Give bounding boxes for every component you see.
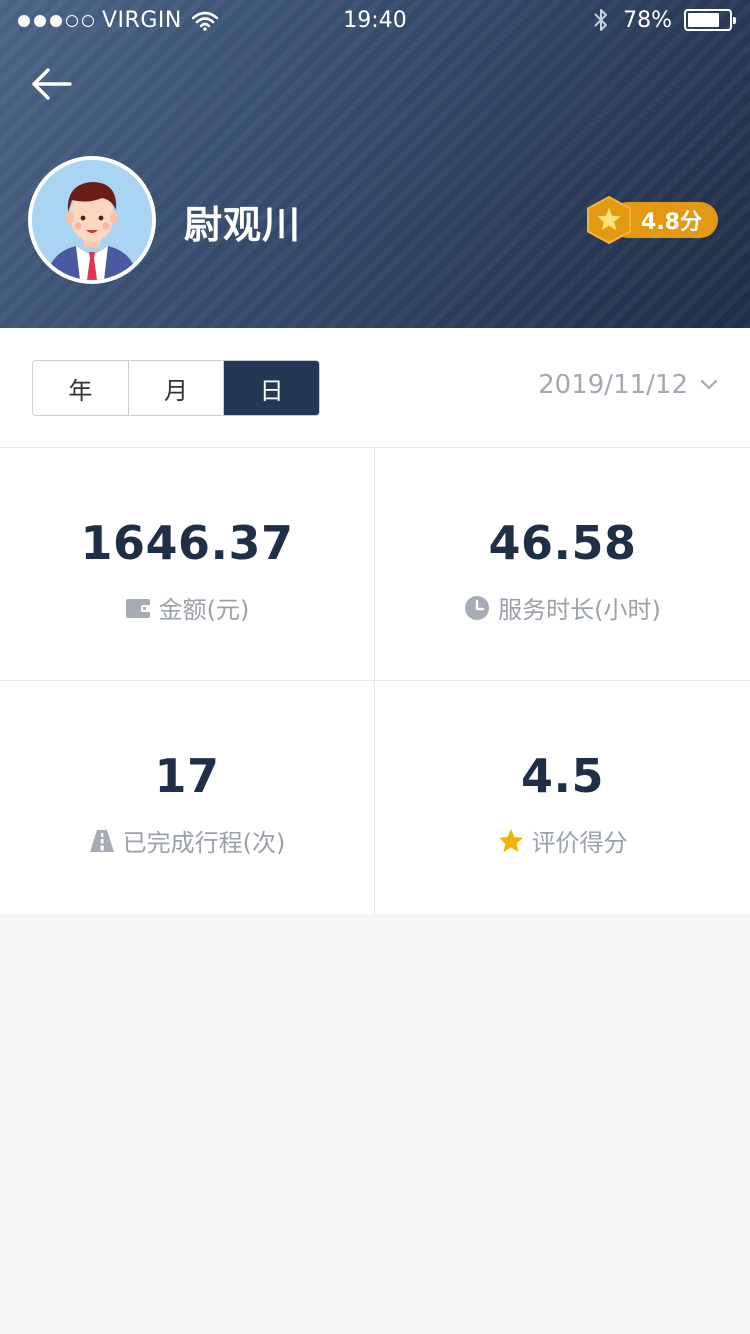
rating-score-value: 4.5 bbox=[521, 749, 604, 803]
chevron-down-icon bbox=[700, 379, 718, 390]
avatar[interactable] bbox=[28, 156, 156, 284]
user-name: 尉观川 bbox=[184, 203, 302, 247]
period-segmented-control: 年 月 日 bbox=[32, 360, 320, 416]
amount-label-text: 金额(元) bbox=[158, 596, 250, 624]
service-hours-value: 46.58 bbox=[488, 516, 637, 570]
service-hours-label-text: 服务时长(小时) bbox=[498, 596, 661, 624]
person-avatar-icon bbox=[32, 160, 152, 280]
filter-row: 年 月 日 2019/11/12 bbox=[0, 328, 750, 448]
wallet-icon bbox=[125, 598, 151, 618]
date-picker[interactable]: 2019/11/12 bbox=[538, 370, 718, 400]
stat-card-rating: 4.5 评价得分 bbox=[375, 681, 750, 914]
rating-badge: 4.8分 bbox=[586, 196, 722, 244]
status-right: 78% bbox=[593, 7, 736, 33]
rating-score-label: 评价得分 bbox=[498, 823, 628, 858]
stat-card-completed-trips: 17 已完成行程(次) bbox=[0, 681, 375, 914]
completed-trips-value: 17 bbox=[154, 749, 220, 803]
battery-percent: 78% bbox=[623, 7, 672, 33]
clock-icon bbox=[465, 595, 490, 620]
amount-value: 1646.37 bbox=[80, 516, 294, 570]
stats-grid: 1646.37 金额(元) 46.58 服务时长(小时) 17 已完成行程(次)… bbox=[0, 448, 750, 914]
completed-trips-label-text: 已完成行程(次) bbox=[122, 829, 286, 857]
road-icon bbox=[89, 829, 114, 852]
tab-month[interactable]: 月 bbox=[127, 361, 224, 415]
stat-card-service-hours: 46.58 服务时长(小时) bbox=[375, 448, 750, 681]
star-icon bbox=[498, 828, 523, 852]
stat-card-amount: 1646.37 金额(元) bbox=[0, 448, 375, 681]
avatar-illustration bbox=[32, 160, 152, 280]
rating-star-hex-icon bbox=[587, 196, 631, 244]
tab-year[interactable]: 年 bbox=[33, 361, 128, 415]
status-bar: VIRGIN 19:40 78% bbox=[0, 0, 750, 44]
rating-score-label-text: 评价得分 bbox=[531, 829, 628, 857]
amount-label: 金额(元) bbox=[125, 590, 250, 625]
bluetooth-icon bbox=[594, 9, 608, 31]
service-hours-label: 服务时长(小时) bbox=[464, 590, 661, 625]
tab-day[interactable]: 日 bbox=[223, 361, 319, 415]
back-arrow-icon[interactable] bbox=[28, 62, 76, 106]
battery-icon bbox=[684, 9, 736, 31]
completed-trips-label: 已完成行程(次) bbox=[89, 823, 286, 858]
battery-level-fill bbox=[688, 13, 719, 27]
profile-header: VIRGIN 19:40 78% 尉观川 4.8分 bbox=[0, 0, 750, 328]
date-value: 2019/11/12 bbox=[538, 370, 688, 400]
